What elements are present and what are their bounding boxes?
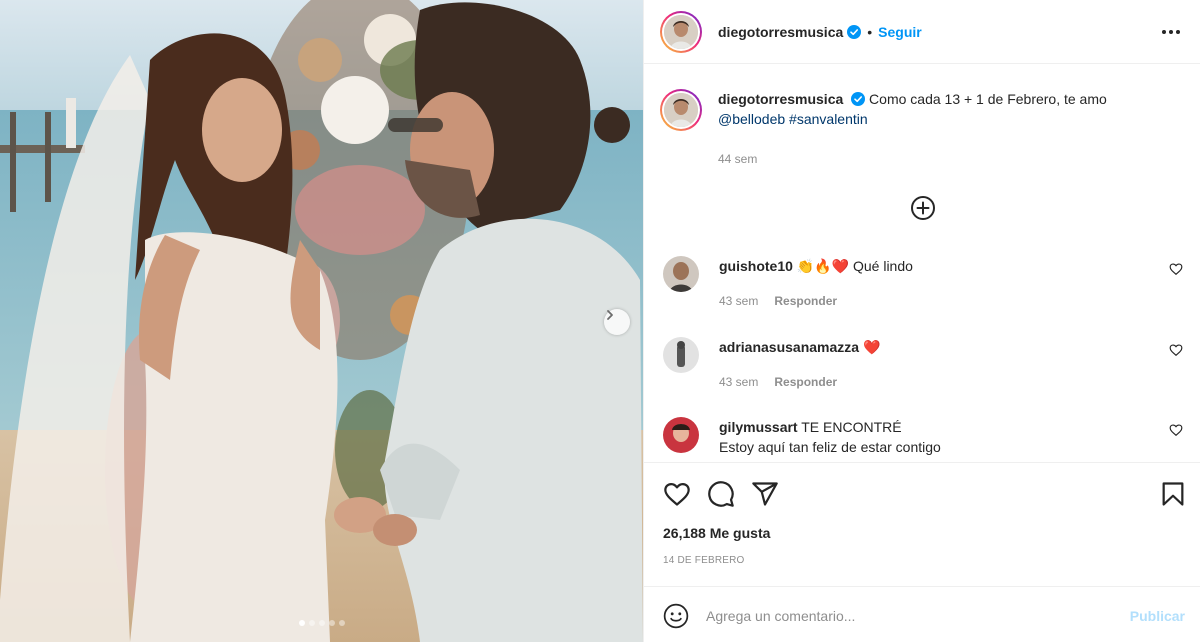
bookmark-icon[interactable]	[1159, 480, 1187, 508]
carousel-dot-active	[298, 620, 305, 626]
like-count[interactable]: 26,188 Me gusta	[663, 525, 770, 541]
comment-meta: 43 sem Responder	[719, 375, 837, 389]
commenter-avatar[interactable]	[663, 417, 699, 453]
reply-button[interactable]: Responder	[774, 294, 837, 308]
comment-text: TE ENCONTRÉ	[801, 419, 902, 435]
add-comment-bar: Publicar	[644, 586, 1200, 642]
comment-icon[interactable]	[707, 480, 735, 508]
author-avatar[interactable]	[660, 10, 702, 53]
verified-badge-icon	[851, 92, 866, 106]
post-date[interactable]: 14 de febrero	[663, 555, 745, 566]
post-caption: diegotorresmusica Como cada 13 + 1 de Fe…	[660, 89, 1158, 131]
comment-input[interactable]	[706, 603, 1106, 629]
publish-button[interactable]: Publicar	[1130, 608, 1185, 624]
comment-username[interactable]: adrianasusanamazza	[719, 339, 859, 355]
emoji-icon[interactable]	[663, 603, 689, 629]
post-photo[interactable]	[0, 0, 643, 642]
chevron-right-icon	[607, 310, 613, 320]
heart-icon[interactable]	[1169, 262, 1183, 276]
heart-icon[interactable]	[1169, 343, 1183, 357]
commenter-avatar[interactable]	[663, 337, 699, 373]
comments-list[interactable]: diegotorresmusica Como cada 13 + 1 de Fe…	[644, 65, 1200, 462]
comment-time[interactable]: 43 sem	[719, 375, 758, 389]
author-avatar-image	[664, 14, 698, 49]
carousel-dot	[318, 620, 325, 626]
commenter-avatar[interactable]	[663, 256, 699, 292]
verified-badge-icon	[847, 24, 862, 39]
header-separator: •	[867, 23, 873, 40]
caption-hashtag[interactable]: #sanvalentin	[789, 111, 868, 127]
follow-button[interactable]: Seguir	[878, 24, 922, 40]
post-sidebar: diegotorresmusica • Seguir diegotorresmu…	[643, 0, 1200, 642]
author-username[interactable]: diegotorresmusica	[718, 24, 843, 40]
caption-avatar[interactable]	[660, 89, 702, 131]
caption-timestamp[interactable]: 44 sem	[718, 152, 757, 166]
plus-circle-icon[interactable]	[909, 194, 937, 222]
wedding-photo-illustration	[0, 0, 643, 642]
reply-button[interactable]: Responder	[774, 375, 837, 389]
caption-mention[interactable]: @bellodeb	[718, 111, 785, 127]
comment-text-line2: Estoy aquí tan feliz de estar contigo	[719, 439, 941, 455]
post-actions: 26,188 Me gusta 14 de febrero	[644, 462, 1200, 586]
comment-time[interactable]: 43 sem	[719, 294, 758, 308]
heart-icon[interactable]	[663, 480, 691, 508]
caption-username[interactable]: diegotorresmusica	[718, 91, 843, 107]
share-icon[interactable]	[751, 480, 779, 508]
carousel-dot	[328, 620, 335, 626]
next-photo-button[interactable]	[604, 309, 630, 335]
carousel-indicator	[0, 620, 643, 626]
comment-meta: 43 sem Responder	[719, 294, 837, 308]
comment-text: ❤️	[862, 339, 881, 355]
heart-icon[interactable]	[1169, 423, 1183, 437]
more-options-icon[interactable]	[1159, 22, 1183, 42]
caption-text-block: diegotorresmusica Como cada 13 + 1 de Fe…	[718, 89, 1158, 131]
comment-username[interactable]: guishote10	[719, 258, 793, 274]
carousel-dot	[308, 620, 315, 626]
comment-text: 👏🔥❤️ Qué lindo	[796, 258, 913, 274]
post-header: diegotorresmusica • Seguir	[644, 0, 1200, 64]
caption-text: Como cada 13 + 1 de Febrero, te amo	[869, 91, 1107, 107]
comment-username[interactable]: gilymussart	[719, 419, 798, 435]
carousel-dot	[338, 620, 345, 626]
